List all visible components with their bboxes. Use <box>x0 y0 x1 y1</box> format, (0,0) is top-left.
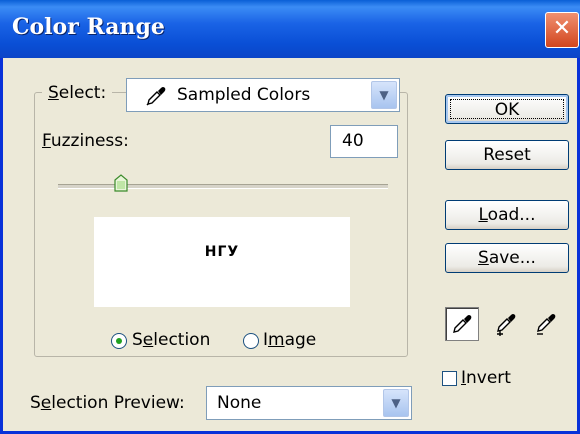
eyedropper-plus-icon <box>495 312 519 340</box>
select-value: Sampled Colors <box>177 85 311 105</box>
selection-radio[interactable] <box>111 333 127 349</box>
selection-preview-image: НГУ <box>94 217 350 307</box>
eyedropper-icon <box>145 85 167 111</box>
chevron-down-icon[interactable]: ▼ <box>371 81 397 109</box>
close-icon[interactable]: ✕ <box>545 12 579 48</box>
preview-text: НГУ <box>204 244 240 260</box>
image-radio-label[interactable]: Image <box>263 330 316 350</box>
select-dropdown[interactable]: Sampled Colors ▼ <box>126 78 400 112</box>
eyedropper-icon <box>451 313 473 339</box>
selection-preview-dropdown[interactable]: None ▼ <box>206 386 412 420</box>
subtract-from-sample-tool[interactable] <box>530 307 564 341</box>
add-to-sample-tool[interactable] <box>490 307 524 341</box>
selection-preview-label: Selection Preview: <box>30 393 185 413</box>
image-radio[interactable] <box>243 333 259 349</box>
fuzziness-input[interactable]: 40 <box>330 125 398 158</box>
selection-radio-label[interactable]: Selection <box>132 330 210 350</box>
ok-button[interactable]: OK <box>445 94 569 124</box>
radio-selected-dot <box>116 338 122 344</box>
reset-button[interactable]: Reset <box>445 140 569 170</box>
ok-button-label: OK <box>450 99 564 120</box>
fuzziness-slider-thumb[interactable] <box>114 174 128 192</box>
load-button[interactable]: Load... <box>445 200 569 230</box>
title-bar[interactable]: Color Range ✕ <box>0 0 580 58</box>
fuzziness-slider-track[interactable] <box>58 184 388 189</box>
dialog-title: Color Range <box>12 14 165 40</box>
fuzziness-label: Fuzziness: <box>42 131 129 151</box>
invert-label[interactable]: Invert <box>461 368 511 388</box>
eyedropper-tool[interactable] <box>445 307 479 341</box>
chevron-down-icon[interactable]: ▼ <box>383 389 409 417</box>
eyedropper-minus-icon <box>535 312 559 340</box>
select-label: Select: <box>42 83 113 103</box>
invert-checkbox[interactable] <box>442 371 457 386</box>
selection-preview-value: None <box>217 393 262 413</box>
save-button[interactable]: Save... <box>445 243 569 273</box>
